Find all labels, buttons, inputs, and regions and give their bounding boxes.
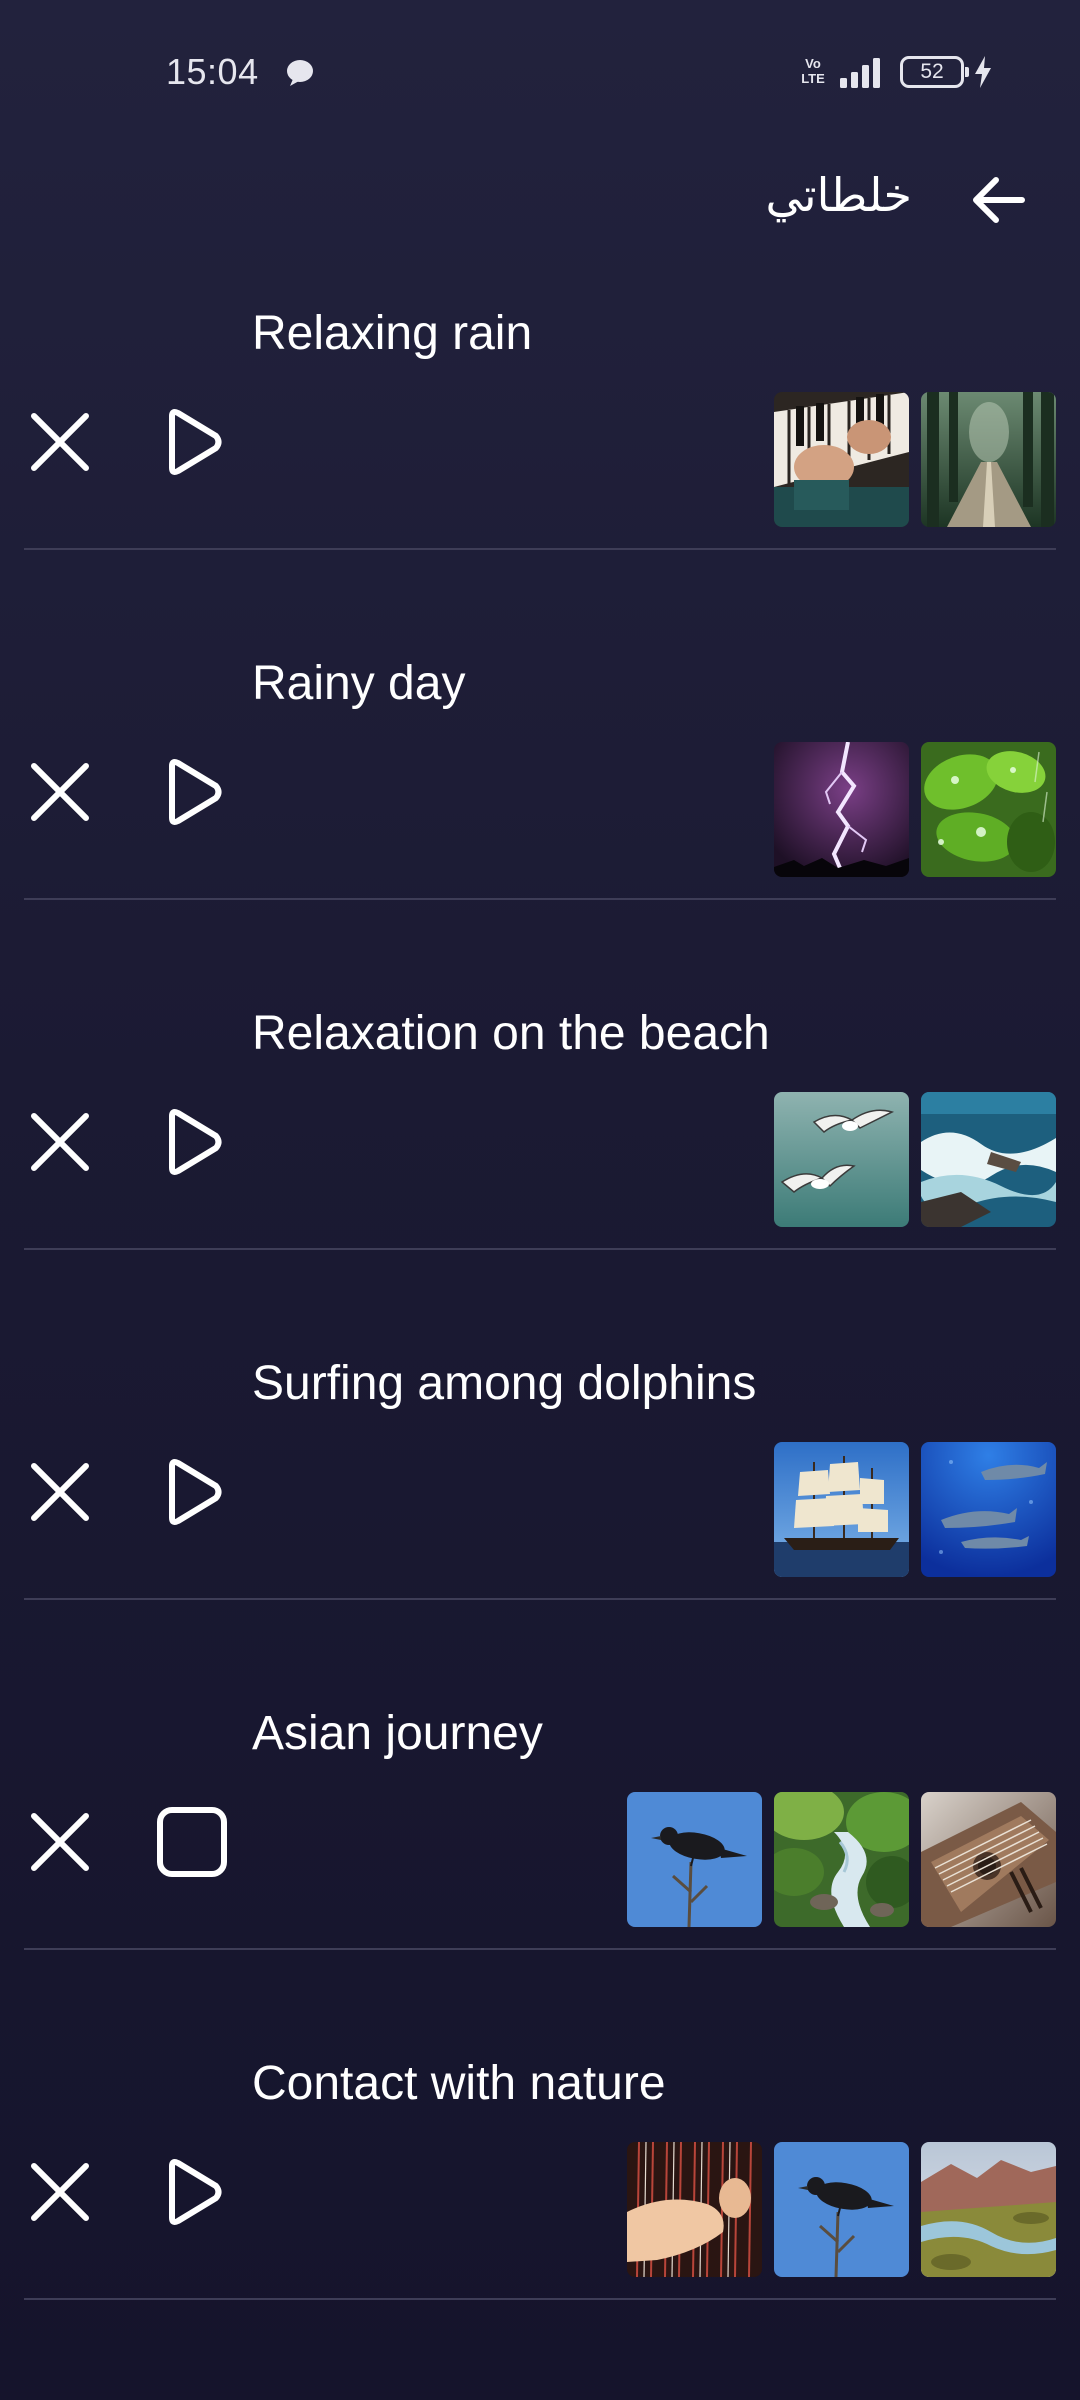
play-icon [169, 2159, 222, 2225]
close-icon [31, 1113, 89, 1171]
mix-item: Relaxing rain [0, 300, 1080, 650]
close-icon [31, 1463, 89, 1521]
close-icon [31, 1813, 89, 1871]
play-icon [169, 409, 222, 475]
dolphins-image[interactable] [921, 1442, 1056, 1577]
back-button[interactable] [958, 160, 1038, 240]
mix-title: Relaxation on the beach [252, 1007, 770, 1060]
play-button[interactable] [152, 2152, 232, 2232]
divider [24, 2298, 1056, 2300]
mix-item: Contact with nature [0, 2050, 1080, 2400]
sound-thumbnails [627, 1792, 1056, 1927]
play-button[interactable] [152, 402, 232, 482]
zither-image[interactable] [921, 1792, 1056, 1927]
bird-image[interactable] [774, 2142, 909, 2277]
mix-item: Asian journey [0, 1700, 1080, 2050]
divider [24, 548, 1056, 550]
mix-title: Contact with nature [252, 2057, 666, 2110]
mix-title: Surfing among dolphins [252, 1357, 757, 1410]
river-valley-image[interactable] [921, 2142, 1056, 2277]
forest-road-image[interactable] [921, 392, 1056, 527]
page-title: خلطاتي [765, 168, 912, 222]
divider [24, 1948, 1056, 1950]
seagulls-image[interactable] [774, 1092, 909, 1227]
sailing-ship-image[interactable] [774, 1442, 909, 1577]
play-icon [169, 1459, 222, 1525]
volte-icon: Vo LTE [801, 56, 825, 86]
play-button[interactable] [152, 752, 232, 832]
remove-mix-button[interactable] [20, 1102, 100, 1182]
mix-item: Rainy day [0, 650, 1080, 1000]
stop-button[interactable] [152, 1802, 232, 1882]
mix-title: Relaxing rain [252, 307, 533, 360]
sound-thumbnails [627, 2142, 1056, 2277]
play-button[interactable] [152, 1102, 232, 1182]
stop-icon [157, 1807, 227, 1877]
close-icon [31, 763, 89, 821]
play-icon [169, 1109, 222, 1175]
charging-icon [972, 54, 994, 90]
status-time: 15:04 [166, 51, 259, 92]
mountain-stream-image[interactable] [774, 1792, 909, 1927]
close-icon [31, 413, 89, 471]
close-icon [31, 2163, 89, 2221]
play-button[interactable] [152, 1452, 232, 1532]
sound-thumbnails [774, 392, 1056, 527]
signal-icon [838, 56, 888, 90]
divider [24, 1248, 1056, 1250]
remove-mix-button[interactable] [20, 752, 100, 832]
mix-title: Asian journey [252, 1707, 543, 1760]
battery-icon: 52 [900, 56, 969, 88]
sound-thumbnails [774, 1442, 1056, 1577]
message-bubble-icon [284, 58, 316, 88]
mix-title: Rainy day [252, 657, 466, 710]
remove-mix-button[interactable] [20, 1802, 100, 1882]
piano-image[interactable] [774, 392, 909, 527]
lightning-image[interactable] [774, 742, 909, 877]
bird-image[interactable] [627, 1792, 762, 1927]
remove-mix-button[interactable] [20, 402, 100, 482]
remove-mix-button[interactable] [20, 1452, 100, 1532]
status-bar: 15:04 Vo LTE 52 [0, 0, 1080, 145]
harp-image[interactable] [627, 2142, 762, 2277]
remove-mix-button[interactable] [20, 2152, 100, 2232]
sound-thumbnails [774, 742, 1056, 877]
ocean-waves-image[interactable] [921, 1092, 1056, 1227]
rain-leaves-image[interactable] [921, 742, 1056, 877]
divider [24, 898, 1056, 900]
sound-thumbnails [774, 1092, 1056, 1227]
mix-item: Surfing among dolphins [0, 1350, 1080, 1700]
mix-item: Relaxation on the beach [0, 1000, 1080, 1350]
arrow-left-icon [973, 177, 1025, 223]
play-icon [169, 759, 222, 825]
divider [24, 1598, 1056, 1600]
